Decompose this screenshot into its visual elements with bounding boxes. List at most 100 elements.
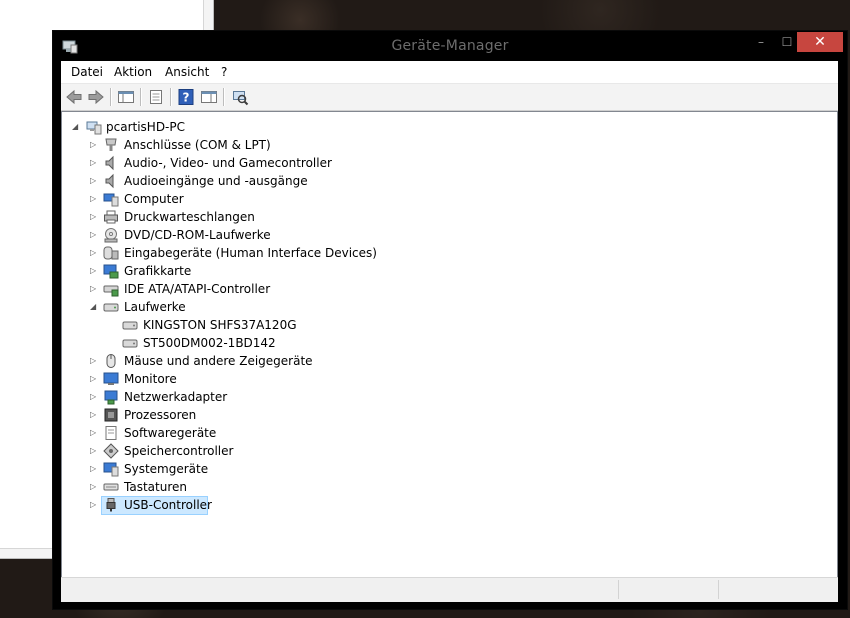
toolbar-separator (170, 88, 172, 106)
expand-arrow-icon[interactable]: ▷ (90, 392, 99, 401)
expand-arrow-icon[interactable]: ▷ (90, 230, 99, 239)
title-bar[interactable]: Geräte-Manager – ☐ ✕ (53, 31, 847, 61)
tree-item[interactable]: ▷ Netzwerkadapter (62, 388, 822, 406)
tree-item-selected[interactable]: ▷ USB-Controller (62, 496, 822, 515)
tree-item[interactable]: ▷ Grafikkarte (62, 262, 822, 280)
expand-arrow-icon[interactable]: ▷ (90, 248, 99, 257)
forward-arrow-icon[interactable] (87, 88, 105, 106)
tree-item-label: Monitore (124, 372, 177, 386)
back-arrow-icon[interactable] (65, 88, 83, 106)
mouse-icon (106, 354, 116, 368)
tree-item[interactable]: ▷ Computer (62, 190, 822, 208)
tree-item[interactable]: ▷ Monitore (62, 370, 822, 388)
tree-item-label: Laufwerke (124, 300, 186, 314)
disk-drive-icon (103, 303, 119, 312)
tree-item-label: Softwaregeräte (124, 426, 217, 440)
device-tree[interactable]: ◢ pcartisHD-PC ▷ Anschlüsse (COM & LPT) … (61, 111, 838, 578)
tree-item[interactable]: ▷ Audio-, Video- und Gamecontroller (62, 154, 822, 172)
tree-item[interactable]: ▷ Druckwarteschlangen (62, 208, 822, 226)
tree-root[interactable]: ◢ pcartisHD-PC (62, 118, 822, 136)
expand-arrow-icon[interactable]: ▷ (90, 482, 99, 491)
console-tree-icon[interactable] (117, 88, 135, 106)
expand-arrow-icon[interactable]: ▷ (90, 266, 99, 275)
tree-item-label: USB-Controller (124, 498, 212, 512)
expand-arrow-icon[interactable]: ▷ (90, 374, 99, 383)
tree-item[interactable]: ▷ Prozessoren (62, 406, 822, 424)
status-cell (618, 580, 719, 599)
tree-subitem[interactable]: ST500DM002-1BD142 (62, 334, 822, 352)
expand-arrow-icon[interactable]: ▷ (90, 284, 99, 293)
expand-arrow-icon[interactable]: ▷ (90, 212, 99, 221)
tree-item-label: DVD/CD-ROM-Laufwerke (124, 228, 271, 242)
minimize-button[interactable]: – (747, 32, 775, 52)
close-button[interactable]: ✕ (797, 32, 843, 52)
tree-item[interactable]: ▷ Systemgeräte (62, 460, 822, 478)
toolbar-separator (140, 88, 142, 106)
speaker-icon (105, 155, 114, 171)
toolbar-separator (223, 88, 225, 106)
scan-hardware-icon[interactable] (231, 88, 249, 106)
tree-subitem-label: ST500DM002-1BD142 (143, 336, 276, 350)
printer-icon (104, 210, 118, 224)
collapse-arrow-icon[interactable]: ◢ (90, 302, 99, 311)
window-title: Geräte-Manager (391, 38, 509, 54)
properties-icon[interactable] (147, 88, 165, 106)
expand-arrow-icon[interactable]: ▷ (90, 410, 99, 419)
monitor-icon (103, 372, 119, 385)
expand-arrow-icon[interactable]: ▷ (90, 140, 99, 149)
expand-arrow-icon[interactable]: ▷ (90, 428, 99, 437)
menu-ansicht[interactable]: Ansicht (165, 65, 209, 79)
collapse-arrow-icon[interactable]: ◢ (72, 122, 81, 131)
tree-item[interactable]: ◢ Laufwerke (62, 298, 822, 316)
tree-item[interactable]: ▷ Speichercontroller (62, 442, 822, 460)
expand-arrow-icon[interactable]: ▷ (90, 500, 99, 509)
expand-arrow-icon[interactable]: ▷ (90, 194, 99, 203)
tree-item[interactable]: ▷ DVD/CD-ROM-Laufwerke (62, 226, 822, 244)
menu-help[interactable]: ? (221, 65, 227, 79)
expand-arrow-icon[interactable]: ▷ (90, 176, 99, 185)
expand-arrow-icon[interactable]: ▷ (90, 464, 99, 473)
expand-arrow-icon[interactable]: ▷ (90, 356, 99, 365)
svg-text:?: ? (183, 91, 190, 105)
help-icon[interactable]: ? (177, 88, 195, 106)
tree-item[interactable]: ▷ Audioeingänge und -ausgänge (62, 172, 822, 190)
menu-bar: Datei Aktion Ansicht ? (61, 61, 838, 84)
toolbar-separator (110, 88, 112, 106)
tree-item-label: Systemgeräte (124, 462, 209, 476)
tree-root-label: pcartisHD-PC (106, 120, 186, 134)
tree-subitem[interactable]: KINGSTON SHFS37A120G (62, 316, 822, 334)
toolbar: ? (61, 84, 838, 111)
maximize-button[interactable]: ☐ (775, 32, 799, 52)
speaker-icon (105, 173, 114, 189)
tree-item-label: Druckwarteschlangen (124, 210, 255, 224)
tree-item-label: Computer (124, 192, 184, 206)
menu-aktion[interactable]: Aktion (114, 65, 152, 79)
tree-subitem-label: KINGSTON SHFS37A120G (143, 318, 297, 332)
tree-item-label: Grafikkarte (124, 264, 192, 278)
tree-item-label: Audio-, Video- und Gamecontroller (124, 156, 332, 170)
tree-item-label: Mäuse und andere Zeigegeräte (124, 354, 313, 368)
tree-item[interactable]: ▷ Anschlüsse (COM & LPT) (62, 136, 822, 154)
expand-arrow-icon[interactable]: ▷ (90, 446, 99, 455)
port-icon (105, 138, 117, 151)
tree-item-label: Anschlüsse (COM & LPT) (124, 138, 271, 152)
tree-item[interactable]: ▷ Mäuse und andere Zeigegeräte (62, 352, 822, 370)
device-manager-window: Geräte-Manager – ☐ ✕ Datei Aktion Ansich… (52, 30, 848, 610)
tree-item[interactable]: ▷ Tastaturen (62, 478, 822, 496)
display-adapter-icon (103, 264, 119, 279)
expand-arrow-icon[interactable]: ▷ (90, 158, 99, 167)
network-adapter-icon (104, 390, 118, 405)
tree-item[interactable]: ▷ IDE ATA/ATAPI-Controller (62, 280, 822, 298)
tree-item[interactable]: ▷ Eingabegeräte (Human Interface Devices… (62, 244, 822, 262)
tree-item-label: IDE ATA/ATAPI-Controller (124, 282, 271, 296)
system-device-icon (103, 462, 119, 477)
tree-item-label: Netzwerkadapter (124, 390, 228, 404)
tree-item-label: Audioeingänge und -ausgänge (124, 174, 308, 188)
tree-item[interactable]: ▷ Softwaregeräte (62, 424, 822, 442)
ide-controller-icon (103, 285, 119, 297)
tree-item-label: Tastaturen (124, 480, 187, 494)
tree-item-label: Eingabegeräte (Human Interface Devices) (124, 246, 377, 260)
action-pane-icon[interactable] (200, 88, 218, 106)
menu-datei[interactable]: Datei (71, 65, 103, 79)
computer-icon (86, 121, 102, 135)
